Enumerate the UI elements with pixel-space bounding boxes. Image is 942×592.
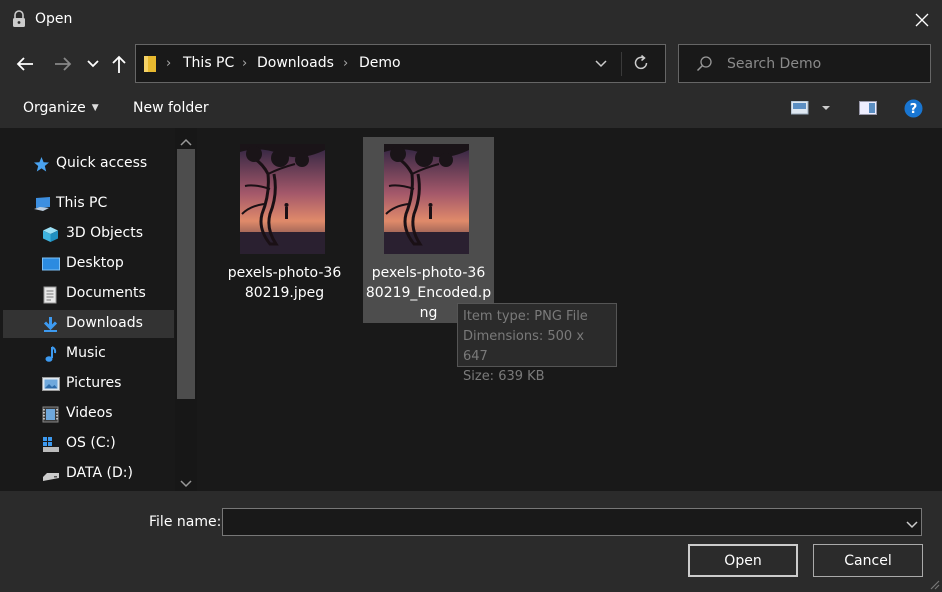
breadcrumb-downloads[interactable]: Downloads [257,55,334,71]
document-icon [42,286,59,304]
sidebar-item-label: Pictures [66,375,122,391]
sidebar-item-documents[interactable]: Documents [3,280,174,308]
sidebar-item-label: Documents [66,285,146,301]
title-bar: Open [0,0,942,40]
window-title: Open [35,11,73,27]
sidebar-item-quick-access[interactable]: Quick access [3,150,174,178]
sidebar-item-3d-objects[interactable]: 3D Objects [3,220,174,248]
tooltip-dimensions: Dimensions: 500 x 647 [463,329,585,364]
image-thumbnail [240,144,325,254]
arrow-left-icon [16,57,33,71]
sidebar-item-label: Quick access [56,155,148,171]
pictures-icon [42,376,60,393]
file-item[interactable]: pexels-photo-36 80219.jpeg [219,137,350,323]
up-button[interactable] [107,52,131,76]
help-icon[interactable]: ? [904,99,923,122]
sidebar-item-label: Downloads [66,315,143,331]
tooltip-item-type: Item type: PNG File [463,309,588,324]
desktop-icon [42,256,60,273]
file-name-line: pexels-photo-36 [227,265,342,281]
breadcrumb-separator: › [166,56,172,71]
forward-button[interactable] [51,52,75,76]
sidebar-item-label: OS (C:) [66,435,116,451]
cube-icon [42,226,59,243]
sidebar-item-pictures[interactable]: Pictures [3,370,174,398]
preview-pane-icon[interactable] [859,101,877,119]
new-folder-button[interactable]: New folder [133,100,209,116]
address-row: › This PC › Downloads › Demo [0,40,942,88]
file-item[interactable]: pexels-photo-36 80219_Encoded.p ng [363,137,494,323]
file-name-combobox[interactable] [222,508,922,536]
file-name: pexels-photo-36 80219.jpeg [219,263,350,303]
file-name-line: 80219.jpeg [244,285,325,301]
breadcrumb-demo[interactable]: Demo [359,55,401,71]
address-dropdown-icon[interactable] [594,57,608,73]
sidebar-item-this-pc[interactable]: This PC [3,190,174,218]
sidebar-item-label: 3D Objects [66,225,144,241]
caret-down-icon: ▼ [91,103,99,113]
scroll-down-icon[interactable] [180,476,192,492]
footer-panel: File name: Open Cancel [0,491,942,592]
breadcrumb-separator: › [242,56,248,71]
folder-icon [143,55,157,73]
tooltip-size: Size: 639 KB [463,369,545,384]
windows-drive-icon [42,436,59,453]
breadcrumb-this-pc[interactable]: This PC [183,55,234,71]
sidebar-item-data-d[interactable]: DATA (D:) [3,460,174,488]
search-icon [696,55,713,76]
sidebar-item-label: Desktop [66,255,124,271]
sidebar-item-music[interactable]: Music [3,340,174,368]
back-button[interactable] [13,52,37,76]
image-thumbnail [384,144,469,254]
file-name-line: pexels-photo-36 [371,265,486,281]
svg-text:?: ? [910,102,918,117]
navigation-scrollbar[interactable] [175,128,197,491]
open-button[interactable]: Open [688,544,798,577]
music-icon [42,346,59,363]
sidebar-item-label: Videos [66,405,113,421]
navigation-pane: Quick access This PC 3D Objects Desktop … [0,128,197,491]
divider [621,52,622,76]
cancel-button[interactable]: Cancel [813,544,923,577]
drive-icon [42,466,59,483]
breadcrumb-separator: › [343,56,349,71]
chevron-down-icon[interactable] [906,517,918,533]
chevron-down-icon [87,60,99,68]
sidebar-item-downloads[interactable]: Downloads [3,310,174,338]
file-name-line: 80219_Encoded.p [365,285,492,301]
arrow-up-icon [112,55,126,73]
sidebar-item-os-c[interactable]: OS (C:) [3,430,174,458]
search-input[interactable] [727,53,917,75]
command-bar: Organize ▼ New folder ? [0,88,942,128]
file-name-label: File name: [149,514,222,530]
sidebar-item-desktop[interactable]: Desktop [3,250,174,278]
sidebar-item-label: Music [66,345,106,361]
organize-button[interactable]: Organize ▼ [23,100,99,116]
video-icon [42,406,59,423]
refresh-icon[interactable] [632,54,650,76]
search-box[interactable] [678,44,931,83]
close-icon[interactable] [905,5,939,35]
download-icon [42,316,59,333]
scrollbar-thumb[interactable] [177,149,195,399]
sidebar-item-videos[interactable]: Videos [3,400,174,428]
address-bar[interactable]: › This PC › Downloads › Demo [135,44,666,83]
file-info-tooltip: Item type: PNG File Dimensions: 500 x 64… [457,303,617,384]
sidebar-item-label: This PC [56,195,108,211]
computer-icon [33,196,50,213]
arrow-right-icon [55,57,72,71]
resize-grip-icon[interactable] [928,578,940,592]
sidebar-item-label: DATA (D:) [66,465,133,481]
file-name-input[interactable] [227,512,887,532]
organize-label: Organize [23,100,86,116]
scroll-up-icon[interactable] [180,134,192,150]
view-icon[interactable] [790,100,833,119]
star-icon [33,156,50,173]
recent-locations-button[interactable] [82,52,104,76]
lock-icon [11,10,27,28]
